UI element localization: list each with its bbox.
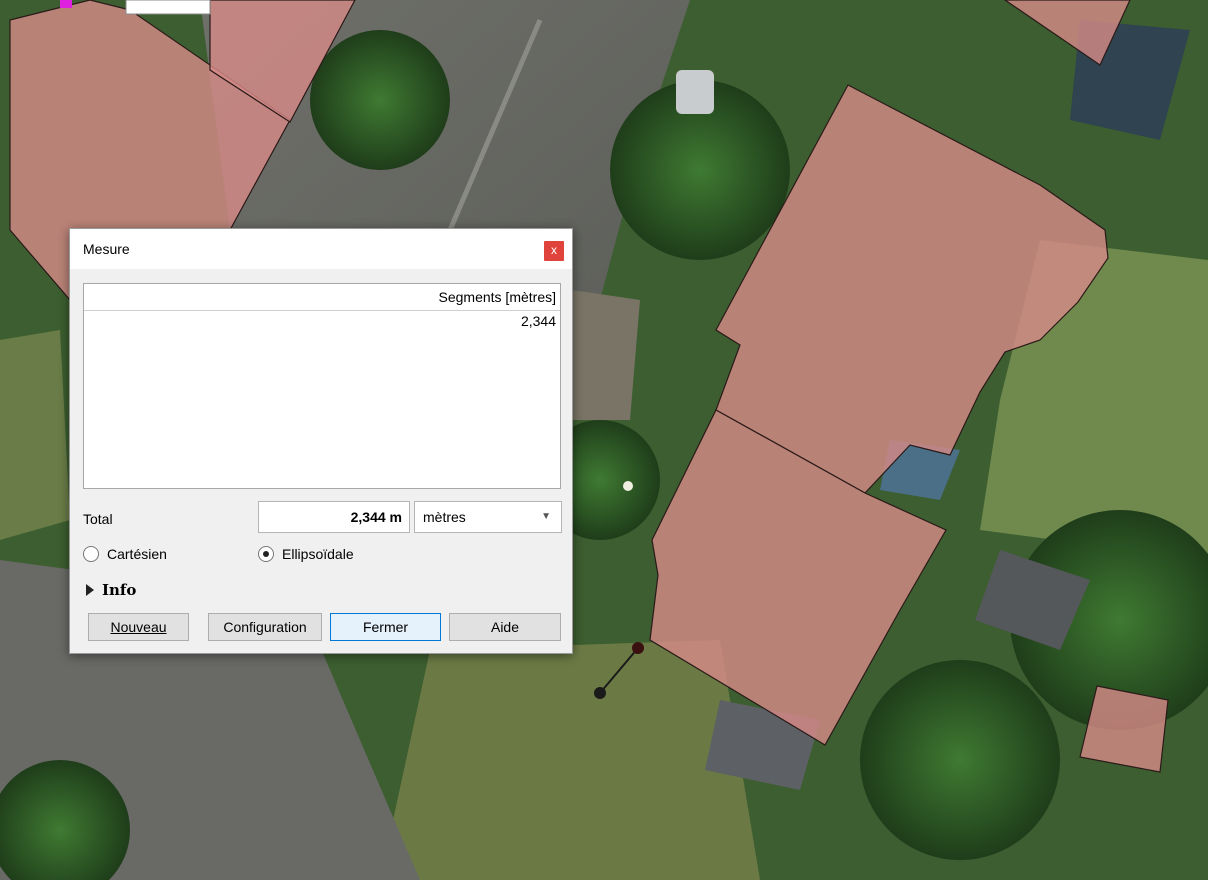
close-icon[interactable]: x [544,241,564,261]
configuration-button-label: Configuration [223,619,307,635]
measure-vertex[interactable] [594,687,606,699]
unit-selected-value: mètres [423,509,466,525]
new-button-label: Nouveau [110,619,167,635]
lawn-area [380,640,760,880]
info-expander[interactable]: Info [86,581,136,599]
magenta-marker [60,0,72,8]
driveway [572,290,640,420]
measure-vertex[interactable] [632,642,644,654]
total-label: Total [83,511,113,527]
lawn-area [0,330,70,540]
unit-dropdown[interactable]: mètres ▼ [414,501,562,533]
parked-car [676,70,714,114]
table-row[interactable]: 2,344 [84,311,560,331]
tree-canopy [310,30,450,170]
new-button[interactable]: Nouveau [88,613,189,641]
segments-header-label: Segments [mètres] [438,289,557,305]
segments-table[interactable]: Segments [mètres] 2,344 [83,283,561,489]
help-button-label: Aide [490,619,520,635]
close-button-label: Fermer [362,619,409,635]
tree-canopy [860,660,1060,860]
segments-column-header[interactable]: Segments [mètres] [84,284,560,311]
measure-dialog: Mesure x Segments [mètres] 2,344 Total 2… [69,228,573,654]
dialog-title: Mesure [83,241,130,257]
dialog-titlebar[interactable]: Mesure x [70,229,572,269]
map-label-box [125,0,211,15]
expand-triangle-icon [86,584,94,596]
radio-selected-dot [263,551,269,557]
total-value-field: 2,344 m [258,501,410,533]
configuration-button[interactable]: Configuration [208,613,322,641]
radio-circle-ellipsoidal[interactable] [258,546,274,562]
close-button[interactable]: Fermer [330,613,441,641]
radio-cartesian-label: Cartésien [107,546,167,562]
light-spot [623,481,633,491]
radio-ellipsoidal-label: Ellipsoïdale [282,546,354,562]
chevron-down-icon: ▼ [541,511,551,522]
help-button[interactable]: Aide [449,613,561,641]
info-label: Info [102,581,137,599]
segment-value: 2,344 [520,313,556,329]
radio-circle-cartesian[interactable] [83,546,99,562]
